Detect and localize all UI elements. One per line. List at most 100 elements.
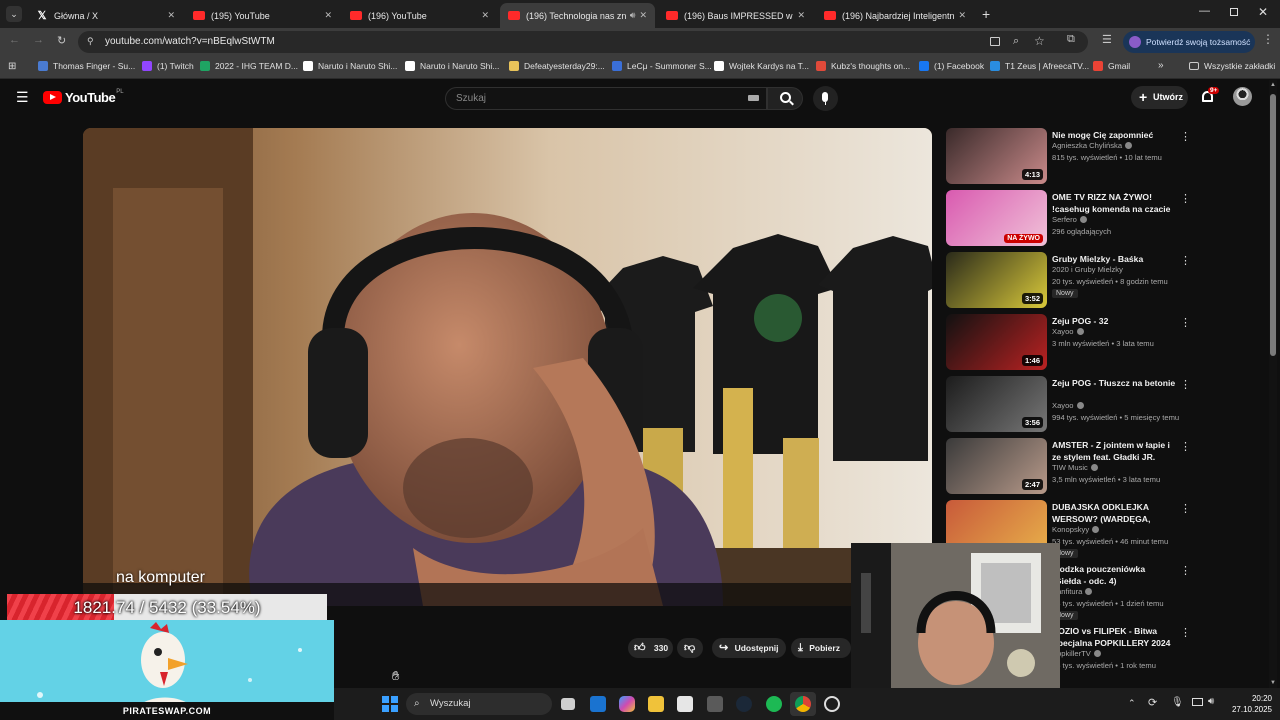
recommended-video[interactable]: 3:52 Gruby Mielzky - Baśka 2020 i Gruby Mi…: [946, 252, 1191, 310]
video-title[interactable]: Nie mogę Cię zapomnieć: [1052, 129, 1176, 141]
zoom-icon[interactable]: ⌕: [1013, 35, 1019, 48]
channel-name[interactable]: 2020 i Gruby Mielzky: [1052, 265, 1123, 274]
tray-overflow-chevron-icon[interactable]: ⌃: [1128, 698, 1136, 709]
tab-close-icon[interactable]: ✕: [958, 10, 966, 21]
scrollbar-thumb[interactable]: [1270, 94, 1276, 356]
bookmark-item[interactable]: Naruto i Naruto Shi...: [303, 61, 397, 71]
video-thumbnail[interactable]: 3:56: [946, 376, 1047, 432]
close-window-icon[interactable]: ✕: [1258, 5, 1268, 19]
forward-arrow-icon[interactable]: →: [33, 34, 44, 46]
channel-name[interactable]: Xayoo: [1052, 327, 1084, 336]
bookmark-item[interactable]: LeCμ - Summoner S...: [612, 61, 712, 71]
video-title[interactable]: DUBAJSKA ODKLEJKA WERSOW? (WARDĘGA, NITR…: [1052, 501, 1176, 525]
keyboard-icon[interactable]: [748, 95, 759, 101]
account-avatar[interactable]: [1233, 87, 1252, 106]
all-bookmarks-folder[interactable]: Wszystkie zakładki: [1189, 61, 1275, 71]
browser-tab[interactable]: 𝕏 Główna / X ✕: [28, 3, 183, 28]
video-title[interactable]: AMSTER - Z jointem w łapie i ze stylem f…: [1052, 439, 1176, 463]
new-tab-plus-icon[interactable]: +: [982, 6, 990, 22]
youtube-logo[interactable]: YouTube PL: [43, 89, 124, 105]
reading-list-icon[interactable]: ☰: [1102, 33, 1112, 46]
file-explorer-icon[interactable]: [648, 696, 664, 712]
restore-window-icon[interactable]: [1230, 8, 1238, 16]
reload-icon[interactable]: ↻: [57, 34, 66, 47]
video-thumbnail[interactable]: 4:13: [946, 128, 1047, 184]
browser-tab[interactable]: (196) Najbardziej Inteligentny k ✕: [816, 3, 974, 28]
bookmark-star-icon[interactable]: ☆: [1034, 34, 1045, 48]
taskbar-search-box[interactable]: ⌕ Wyszukaj: [406, 693, 552, 715]
tab-close-icon[interactable]: ✕: [167, 10, 175, 21]
xbox-app-icon[interactable]: [707, 696, 723, 712]
create-button[interactable]: + Utwórz: [1131, 86, 1188, 109]
settings-gear-icon[interactable]: [824, 696, 840, 712]
like-button[interactable]: 👍︎ 330: [628, 638, 673, 658]
copilot-icon[interactable]: [619, 696, 635, 712]
tray-microphone-icon[interactable]: 🎙︎: [1171, 697, 1184, 708]
task-view-icon[interactable]: [561, 698, 575, 710]
extensions-puzzle-icon[interactable]: ⧉: [1067, 33, 1075, 46]
bookmark-item[interactable]: Naruto i Naruto Shi...: [405, 61, 499, 71]
channel-name[interactable]: Xayoo: [1052, 401, 1084, 410]
more-actions-icon[interactable]: ⋮: [1180, 378, 1191, 391]
recommended-video[interactable]: NA ŻYWO OME TV RIZZ NA ŻYWO! !casehug kom…: [946, 190, 1191, 248]
channel-name[interactable]: Agnieszka Chylińska: [1052, 141, 1133, 150]
recommended-video[interactable]: 4:13 Nie mogę Cię zapomnieć Agnieszka Chyl…: [946, 128, 1191, 186]
more-actions-icon[interactable]: ⋮: [1180, 192, 1191, 205]
tray-volume-icon[interactable]: 🔊︎: [1208, 696, 1214, 707]
video-thumbnail[interactable]: 3:52: [946, 252, 1047, 308]
channel-name[interactable]: Konopskyy: [1052, 525, 1100, 534]
video-title[interactable]: OME TV RIZZ NA ŻYWO! !casehug komenda na…: [1052, 191, 1176, 215]
hamburger-menu-icon[interactable]: ☰: [16, 89, 29, 106]
tab-search-dropdown-icon[interactable]: ⌄: [6, 6, 22, 22]
scrollbar-down-arrow-icon[interactable]: ▼: [1270, 680, 1276, 686]
video-player[interactable]: [83, 128, 932, 606]
more-bookmarks-chevron-icon[interactable]: »: [1158, 60, 1164, 71]
more-actions-icon[interactable]: ⋮: [1180, 626, 1191, 639]
spotify-icon[interactable]: [766, 696, 782, 712]
scrollbar-up-arrow-icon[interactable]: ▲: [1270, 82, 1276, 88]
tab-audio-icon[interactable]: 🔊︎: [630, 10, 636, 21]
voice-search-button[interactable]: [813, 86, 838, 111]
install-app-icon[interactable]: [990, 37, 1000, 46]
download-button[interactable]: ⤓ Pobierz: [791, 638, 851, 658]
recommended-video[interactable]: 3:56 Zeju POG - Tłuszcz na betonie Xayoo 99…: [946, 376, 1191, 434]
video-thumbnail[interactable]: NA ŻYWO: [946, 190, 1047, 246]
browser-tab[interactable]: (196) Baus IMPRESSED with Sio ✕: [658, 3, 813, 28]
steam-icon[interactable]: [736, 696, 752, 712]
tab-close-icon[interactable]: ✕: [639, 10, 647, 21]
search-button[interactable]: [767, 87, 803, 110]
bookmark-item[interactable]: T1 Zeus | AfreecaTV...: [990, 61, 1089, 71]
video-title[interactable]: Złodzka pouczeniówka (Giełda - odc. 4): [1052, 563, 1176, 587]
dislike-button[interactable]: 👎︎: [677, 638, 703, 658]
bookmark-item[interactable]: Defeatyesterday29:...: [509, 61, 605, 71]
video-title[interactable]: Zeju POG - Tłuszcz na betonie: [1052, 377, 1176, 389]
more-actions-icon[interactable]: ⋮: [1180, 254, 1191, 267]
bookmark-item[interactable]: 2022 - IHG TEAM D...: [200, 61, 298, 71]
more-actions-icon[interactable]: ⋮: [1180, 502, 1191, 515]
video-thumbnail[interactable]: 2:47: [946, 438, 1047, 494]
page-scrollbar[interactable]: ▲ ▼: [1269, 80, 1277, 688]
share-button[interactable]: ↪ Udostępnij: [712, 638, 786, 658]
windows-start-icon[interactable]: [382, 696, 398, 712]
more-actions-icon[interactable]: ⋮: [1180, 130, 1191, 143]
site-info-icon[interactable]: ⚲: [87, 36, 94, 47]
browser-tab[interactable]: (195) YouTube ✕: [185, 3, 340, 28]
more-actions-icon[interactable]: ⋮: [1180, 440, 1191, 453]
more-actions-icon[interactable]: ⋮: [1180, 316, 1191, 329]
recommended-video[interactable]: 1:46 Zeju POG - 32 Xayoo 3 mln wyświetleń •…: [946, 314, 1191, 372]
channel-name[interactable]: Serfero: [1052, 215, 1087, 224]
browser-menu-icon[interactable]: ⋮: [1262, 32, 1274, 46]
apps-grid-icon[interactable]: ⊞: [8, 61, 16, 72]
video-title[interactable]: Zeju POG - 32: [1052, 315, 1176, 327]
bookmark-item[interactable]: Gmail: [1093, 61, 1130, 71]
video-title[interactable]: BOZIO vs FILIPEK - Bitwa Specjalna POPKI…: [1052, 625, 1176, 649]
channel-name[interactable]: TIW Music: [1052, 463, 1098, 472]
bookmark-item[interactable]: (1) Facebook: [919, 61, 984, 71]
bookmark-item[interactable]: Wojtek Kardys na T...: [714, 61, 809, 71]
video-title[interactable]: Gruby Mielzky - Baśka: [1052, 253, 1176, 265]
chrome-icon[interactable]: [795, 696, 811, 712]
tab-close-icon[interactable]: ✕: [797, 10, 805, 21]
browser-tab[interactable]: (196) Technologia nas znisz 🔊︎✕: [500, 3, 655, 28]
taskbar-clock[interactable]: 20:20 27.10.2025: [1228, 693, 1272, 715]
bookmark-item[interactable]: Thomas Finger - Su...: [38, 61, 135, 71]
